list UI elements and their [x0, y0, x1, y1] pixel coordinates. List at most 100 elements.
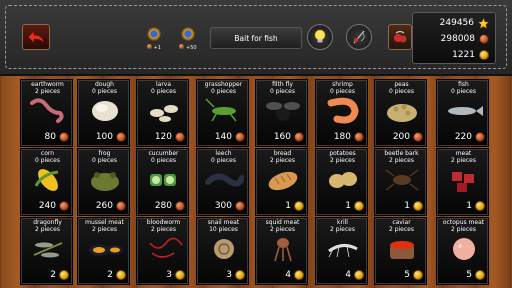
price-value: 220 — [454, 132, 472, 142]
buy-price-button[interactable]: 240 — [39, 200, 69, 212]
bait-card-caviar[interactable]: caviar 2 pieces 5 — [374, 217, 427, 285]
buy-price-button[interactable]: 1 — [404, 200, 423, 212]
bait-name: leech — [215, 150, 232, 157]
hint-button[interactable] — [307, 24, 333, 50]
buy-price-button[interactable]: 1 — [285, 200, 304, 212]
bait-name: squid meat — [265, 219, 300, 226]
bait-name: corn — [40, 150, 55, 157]
bait-card-beetle-bark[interactable]: beetle bark 2 pieces 1 — [374, 148, 427, 216]
lightbulb-icon — [314, 29, 326, 43]
buy-price-button[interactable]: 4 — [345, 269, 364, 281]
price-value: 5 — [404, 270, 410, 280]
buy-price-button[interactable]: 140 — [215, 131, 245, 143]
bait-quantity: 0 pieces — [91, 88, 117, 95]
boost-1[interactable]: +1 — [140, 27, 168, 53]
price-value: 260 — [95, 201, 113, 211]
buy-price-button[interactable]: 1 — [466, 200, 485, 212]
buy-price-button[interactable]: 280 — [155, 200, 185, 212]
bait-name: larva — [155, 81, 172, 88]
bait-card-snail-meat[interactable]: snail meat 10 pieces 3 — [196, 217, 249, 285]
dough-icon — [84, 96, 125, 126]
price-value: 240 — [38, 201, 56, 211]
price-value: 2 — [107, 270, 113, 280]
copper-coin-icon — [175, 201, 185, 211]
bait-card-krill[interactable]: krill 2 pieces 4 — [315, 217, 368, 285]
top-bar: +1 +50 Bait for fish 249456 298008 1221 — [0, 0, 512, 76]
bait-card-larva[interactable]: larva 0 pieces 120 — [136, 79, 189, 147]
buy-price-button[interactable]: 180 — [334, 131, 364, 143]
gold-coin-icon — [413, 201, 423, 211]
bait-name: krill — [337, 219, 348, 226]
beetle-icon — [381, 165, 422, 195]
gold-balance: 1221 — [452, 48, 489, 62]
buy-price-button[interactable]: 1 — [345, 200, 364, 212]
bait-quantity: 0 pieces — [150, 157, 176, 164]
buy-price-button[interactable]: 5 — [404, 269, 423, 281]
price-value: 180 — [333, 132, 351, 142]
bait-card-shrimp[interactable]: shrimp 0 pieces 180 — [315, 79, 368, 147]
price-value: 2 — [50, 270, 56, 280]
bait-card-meat[interactable]: meat 2 pieces 1 — [436, 148, 489, 216]
bait-card-squid-meat[interactable]: squid meat 2 pieces 4 — [255, 217, 308, 285]
back-button[interactable] — [22, 24, 50, 50]
bait-quantity: 0 pieces — [210, 88, 236, 95]
copper-coin-icon — [175, 132, 185, 142]
buy-price-button[interactable]: 3 — [226, 269, 245, 281]
star-icon — [478, 17, 489, 29]
bait-card-leech[interactable]: leech 0 pieces 300 — [196, 148, 249, 216]
buy-price-button[interactable]: 200 — [393, 131, 423, 143]
octopus-icon — [443, 234, 484, 264]
buy-price-button[interactable]: 80 — [45, 131, 69, 143]
copper-coin-icon — [59, 132, 69, 142]
copper-coin-icon — [116, 132, 126, 142]
bait-card-bread[interactable]: bread 2 pieces 1 — [255, 148, 308, 216]
tackle-button[interactable] — [346, 24, 372, 50]
boost-2[interactable]: +50 — [174, 27, 202, 53]
page-title: Bait for fish — [210, 27, 302, 49]
bait-name: shrimp — [332, 81, 353, 88]
price-value: 100 — [95, 132, 113, 142]
bait-quantity: 2 pieces — [450, 157, 476, 164]
bait-card-corn[interactable]: corn 0 pieces 240 — [20, 148, 73, 216]
buy-price-button[interactable]: 3 — [166, 269, 185, 281]
buy-price-button[interactable]: 160 — [274, 131, 304, 143]
buy-price-button[interactable]: 5 — [466, 269, 485, 281]
shop-button[interactable] — [388, 24, 412, 50]
buy-price-button[interactable]: 2 — [50, 269, 69, 281]
bait-card-cucumber[interactable]: cucumber 0 pieces 280 — [136, 148, 189, 216]
bait-card-fish[interactable]: fish 0 pieces 220 — [436, 79, 489, 147]
buy-price-button[interactable]: 100 — [96, 131, 126, 143]
bait-card-potatoes[interactable]: potatoes 2 pieces 1 — [315, 148, 368, 216]
bait-name: mussel meat — [85, 219, 124, 226]
gold-coin-icon — [475, 270, 485, 280]
buy-price-button[interactable]: 260 — [96, 200, 126, 212]
gold-coin-icon — [294, 270, 304, 280]
gold-coin-icon — [479, 50, 489, 60]
gold-coin-icon — [116, 270, 126, 280]
bait-card-filth-fly[interactable]: filth fly 0 pieces 160 — [255, 79, 308, 147]
bait-name: earthworm — [31, 81, 64, 88]
buy-price-button[interactable]: 120 — [155, 131, 185, 143]
bait-card-dough[interactable]: dough 0 pieces 100 — [77, 79, 130, 147]
buy-price-button[interactable]: 4 — [285, 269, 304, 281]
price-value: 140 — [214, 132, 232, 142]
bait-card-grasshopper[interactable]: grasshopper 0 pieces 140 — [196, 79, 249, 147]
bait-card-octopus-meat[interactable]: octopus meat 2 pieces 5 — [436, 217, 489, 285]
buy-price-button[interactable]: 2 — [107, 269, 126, 281]
copper-balance: 298008 — [441, 32, 489, 46]
bait-card-frog[interactable]: frog 0 pieces 260 — [77, 148, 130, 216]
price-value: 1 — [404, 201, 410, 211]
buy-price-button[interactable]: 220 — [455, 131, 485, 143]
buy-price-button[interactable]: 300 — [215, 200, 245, 212]
bait-card-bloodworm[interactable]: bloodworm 2 pieces 3 — [136, 217, 189, 285]
bait-card-mussel-meat[interactable]: mussel meat 2 pieces 2 — [77, 217, 130, 285]
caviar-icon — [381, 234, 422, 264]
bait-card-dragonfly[interactable]: dragonfly 2 pieces 2 — [20, 217, 73, 285]
bait-name: peas — [394, 81, 409, 88]
bait-card-peas[interactable]: peas 0 pieces 200 — [374, 79, 427, 147]
boost-1-label: +1 — [147, 44, 161, 51]
copper-coin-icon — [235, 132, 245, 142]
price-value: 3 — [166, 270, 172, 280]
bait-card-earthworm[interactable]: earthworm 2 pieces 80 — [20, 79, 73, 147]
krill-icon — [322, 234, 363, 264]
